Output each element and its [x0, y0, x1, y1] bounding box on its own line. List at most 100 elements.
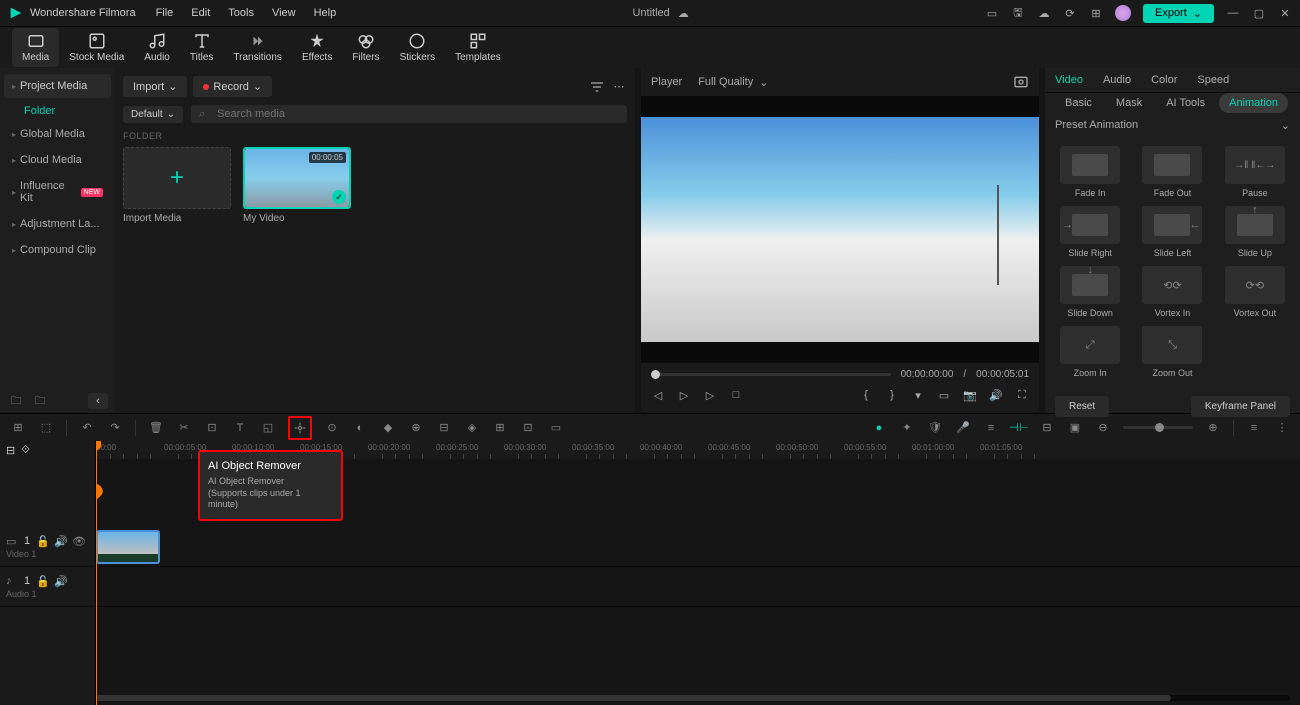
display-icon[interactable]: ▭	[937, 388, 951, 402]
link-icon[interactable]: ⊟	[1039, 420, 1055, 436]
play-button[interactable]: ▷	[703, 388, 717, 402]
quality-dropdown[interactable]: Full Quality⌄	[698, 76, 768, 89]
refresh-icon[interactable]: ⟳	[1063, 6, 1077, 20]
subtab-ai-tools[interactable]: AI Tools	[1156, 93, 1215, 113]
anim-slide-left[interactable]: ←Slide Left	[1135, 206, 1209, 258]
scrollbar-thumb[interactable]	[96, 695, 1171, 701]
subtab-basic[interactable]: Basic	[1055, 93, 1102, 113]
fullscreen-icon[interactable]: ⛶	[1015, 388, 1029, 402]
next-frame-button[interactable]: ▷	[677, 388, 691, 402]
layout-icon[interactable]: ⊞	[10, 420, 26, 436]
delete-button[interactable]: 🗑	[148, 420, 164, 436]
text-button[interactable]: T	[232, 420, 248, 436]
tab-templates[interactable]: Templates	[445, 28, 511, 67]
lock-icon[interactable]: 🔓	[36, 535, 48, 547]
search-input[interactable]	[217, 108, 619, 120]
camera-icon[interactable]: 📷	[963, 388, 977, 402]
timeline-view-icon[interactable]: ≡	[1246, 420, 1262, 436]
prev-frame-button[interactable]: ◁	[651, 388, 665, 402]
menu-view[interactable]: View	[272, 7, 296, 19]
reset-button[interactable]: Reset	[1055, 396, 1109, 417]
anim-slide-right[interactable]: →Slide Right	[1053, 206, 1127, 258]
rtab-color[interactable]: Color	[1151, 68, 1177, 92]
keyframe-button[interactable]: ◆	[380, 420, 396, 436]
anim-zoom-out[interactable]: ⤡Zoom Out	[1135, 326, 1209, 378]
anim-pause[interactable]: →‖ ‖←→Pause	[1218, 146, 1292, 198]
screen-icon[interactable]: ▭	[985, 6, 999, 20]
stop-button[interactable]: □	[729, 388, 743, 402]
selection-icon[interactable]: ⬚	[38, 420, 54, 436]
mute-icon[interactable]: 🔊	[54, 535, 66, 547]
seek-handle[interactable]	[651, 370, 660, 379]
crop-zoom-button[interactable]: ◱	[260, 420, 276, 436]
visibility-icon[interactable]: 👁	[72, 535, 84, 547]
mark-in-button[interactable]: {	[859, 388, 873, 402]
audio-track-header[interactable]: ♪ 1 🔓 🔊 Audio 1	[0, 567, 95, 607]
group-button[interactable]: ⊞	[492, 420, 508, 436]
search-box[interactable]: ⌕	[191, 105, 627, 123]
save-icon[interactable]: 🖫	[1011, 6, 1025, 20]
snapshot-icon[interactable]	[1013, 74, 1029, 90]
tab-audio[interactable]: Audio	[134, 28, 180, 67]
anim-slide-up[interactable]: ↑Slide Up	[1218, 206, 1292, 258]
green-tool-icon[interactable]: ●	[871, 420, 887, 436]
mic-icon[interactable]: 🎤	[955, 420, 971, 436]
seek-bar[interactable]	[651, 373, 891, 376]
cloud-icon[interactable]: ☁	[1037, 6, 1051, 20]
timeline-scrollbar[interactable]	[96, 695, 1290, 703]
timeline-more-icon[interactable]: ⋮	[1274, 420, 1290, 436]
collapse-sidebar-button[interactable]: ‹	[88, 393, 108, 409]
record-button[interactable]: Record⌄	[193, 76, 272, 97]
tab-stickers[interactable]: Stickers	[390, 28, 446, 67]
lock-icon[interactable]: 🔓	[36, 575, 48, 587]
sidebar-item-adjustment-layer[interactable]: ▸Adjustment La...	[4, 212, 111, 236]
video-track[interactable]	[96, 527, 1300, 567]
mute-icon[interactable]: 🔊	[54, 575, 66, 587]
keyframe-panel-button[interactable]: Keyframe Panel	[1191, 396, 1290, 417]
menu-edit[interactable]: Edit	[191, 7, 210, 19]
ai-object-remover-button[interactable]	[288, 416, 312, 440]
anim-fade-in[interactable]: Fade In	[1053, 146, 1127, 198]
marker-icon[interactable]: ▾	[911, 388, 925, 402]
tab-media[interactable]: Media	[12, 28, 59, 67]
volume-icon[interactable]: 🔊	[989, 388, 1003, 402]
tab-titles[interactable]: Titles	[180, 28, 224, 67]
anim-fade-out[interactable]: Fade Out	[1135, 146, 1209, 198]
zoom-slider[interactable]	[1123, 426, 1193, 429]
anim-vortex-in[interactable]: ⟲⟳Vortex In	[1135, 266, 1209, 318]
filter-icon[interactable]	[589, 79, 605, 95]
playhead[interactable]	[96, 441, 97, 705]
more-icon[interactable]: ⋯	[611, 79, 627, 95]
tab-transitions[interactable]: Transitions	[223, 28, 292, 67]
menu-file[interactable]: File	[156, 7, 174, 19]
tab-stock-media[interactable]: Stock Media	[59, 28, 134, 67]
render-button[interactable]: ▭	[548, 420, 564, 436]
link-toggle-icon[interactable]: ⟐	[21, 444, 30, 457]
anim-slide-down[interactable]: ↓Slide Down	[1053, 266, 1127, 318]
apps-icon[interactable]: ⊞	[1089, 6, 1103, 20]
compound-button[interactable]: ⊡	[520, 420, 536, 436]
magnet-icon[interactable]: ⊣⊢	[1011, 420, 1027, 436]
minimize-button[interactable]: —	[1226, 6, 1240, 20]
detach-audio-button[interactable]: ⊟	[436, 420, 452, 436]
media-clip-card[interactable]: 00:00:05 ✓ My Video	[243, 147, 351, 224]
sidebar-item-compound-clip[interactable]: ▸Compound Clip	[4, 238, 111, 262]
new-folder-icon[interactable]: 🗀	[8, 393, 24, 409]
rtab-speed[interactable]: Speed	[1197, 68, 1229, 92]
new-bin-icon[interactable]: 🗀	[32, 393, 48, 409]
zoom-out-button[interactable]: ⊖	[1095, 420, 1111, 436]
audio-track[interactable]	[96, 567, 1300, 607]
mixer-icon[interactable]: ≡	[983, 420, 999, 436]
rtab-video[interactable]: Video	[1055, 68, 1083, 92]
export-button[interactable]: Export ⌄	[1143, 4, 1214, 23]
undo-button[interactable]: ↶	[79, 420, 95, 436]
subtab-animation[interactable]: Animation	[1219, 93, 1288, 113]
sidebar-item-global-media[interactable]: ▸Global Media	[4, 122, 111, 146]
video-clip[interactable]	[96, 530, 160, 564]
zoom-handle[interactable]	[1155, 423, 1164, 432]
shield-icon[interactable]: 🛡	[927, 420, 943, 436]
redo-button[interactable]: ↷	[107, 420, 123, 436]
tab-effects[interactable]: Effects	[292, 28, 342, 67]
mark-out-button[interactable]: }	[885, 388, 899, 402]
import-button[interactable]: Import⌄	[123, 76, 187, 97]
